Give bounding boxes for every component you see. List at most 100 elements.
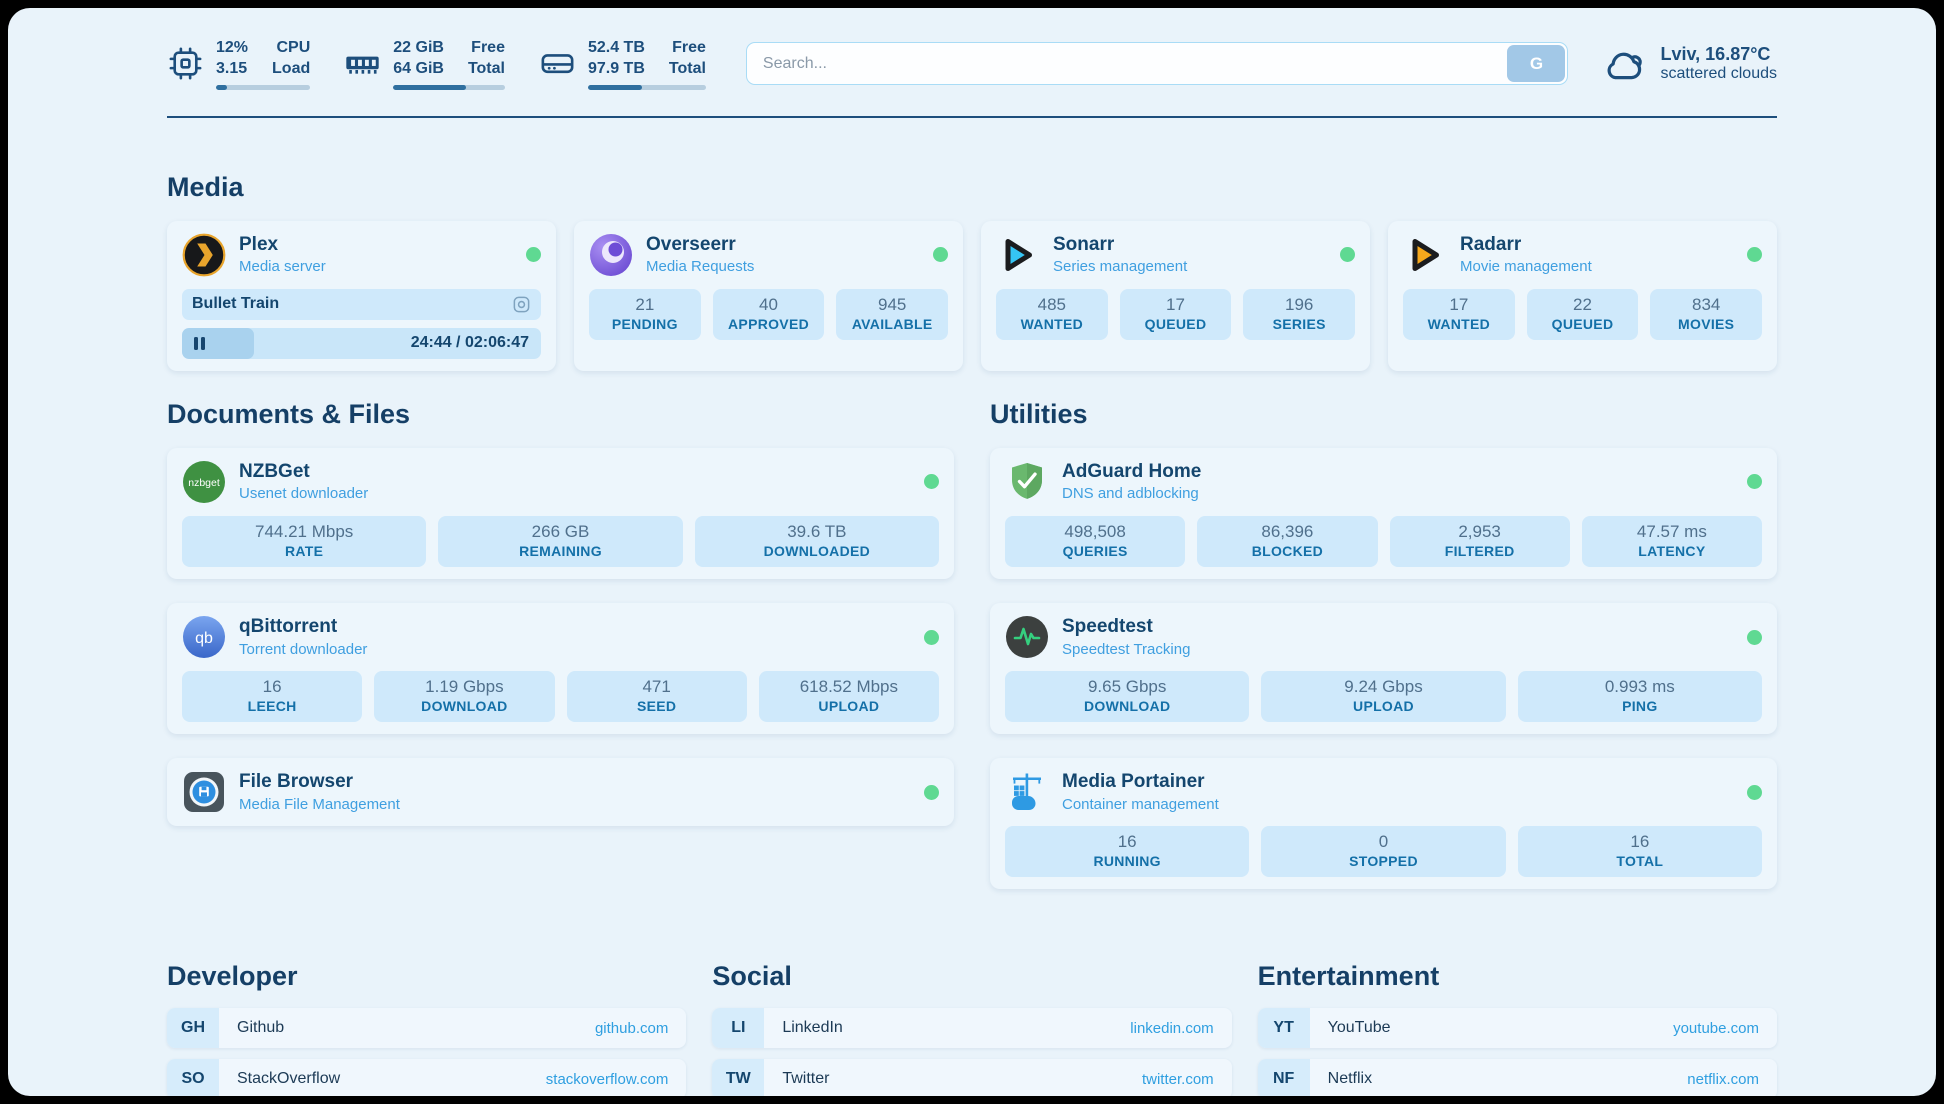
- playback-progress-bar: 24:44 / 02:06:47: [182, 328, 541, 359]
- bookmark-stackoverflow[interactable]: SO StackOverflow stackoverflow.com: [167, 1059, 686, 1096]
- section-title-documents: Documents & Files: [167, 399, 954, 430]
- stat-remaining: 266 GB REMAINING: [438, 516, 682, 567]
- status-dot: [1340, 247, 1355, 262]
- nzbget-icon: nzbget: [182, 460, 226, 504]
- service-card-overseerr[interactable]: Overseerr Media Requests 21 PENDING 40 A…: [574, 221, 963, 371]
- disk-total-label: Total: [669, 59, 706, 80]
- weather-condition: scattered clouds: [1660, 65, 1777, 83]
- stat-seed: 471 SEED: [567, 671, 747, 722]
- service-subtitle: DNS and adblocking: [1062, 484, 1201, 504]
- section-title-developer: Developer: [167, 961, 686, 992]
- disk-free-value: 52.4 TB: [588, 38, 645, 59]
- service-card-radarr[interactable]: Radarr Movie management 17 WANTED 22 QUE…: [1388, 221, 1777, 371]
- service-title: Overseerr: [646, 233, 754, 258]
- stat-latency: 47.57 ms LATENCY: [1582, 516, 1762, 567]
- search-provider-button[interactable]: G: [1507, 45, 1565, 82]
- service-title: Radarr: [1460, 233, 1592, 258]
- bookmark-github[interactable]: GH Github github.com: [167, 1008, 686, 1048]
- memory-free-label: Free: [468, 38, 505, 59]
- stat-available: 945 AVAILABLE: [836, 289, 948, 340]
- service-title: qBittorrent: [239, 615, 367, 640]
- service-subtitle: Container management: [1062, 795, 1219, 815]
- pause-icon: [194, 337, 205, 350]
- section-title-media: Media: [167, 172, 1777, 203]
- service-card-adguard[interactable]: AdGuard Home DNS and adblocking 498,508 …: [990, 448, 1777, 579]
- section-title-social: Social: [712, 961, 1231, 992]
- stat-approved: 40 APPROVED: [713, 289, 825, 340]
- status-dot: [1747, 474, 1762, 489]
- bookmark-name: LinkedIn: [782, 1019, 843, 1037]
- stat-series: 196 SERIES: [1243, 289, 1355, 340]
- cpu-load-label: Load: [272, 59, 310, 80]
- plex-icon: [182, 233, 226, 277]
- stat-queued: 22 QUEUED: [1527, 289, 1639, 340]
- bookmark-url: netflix.com: [1687, 1071, 1759, 1088]
- service-card-portainer[interactable]: Media Portainer Container management 16 …: [990, 758, 1777, 889]
- status-dot: [924, 785, 939, 800]
- service-subtitle: Series management: [1053, 257, 1187, 277]
- bookmark-group-entertainment: Entertainment YT YouTube youtube.com NF …: [1258, 961, 1777, 1096]
- service-subtitle: Speedtest Tracking: [1062, 640, 1190, 660]
- stat-blocked: 86,396 BLOCKED: [1197, 516, 1377, 567]
- search-input[interactable]: [746, 42, 1569, 85]
- stat-filtered: 2,953 FILTERED: [1390, 516, 1570, 567]
- svg-text:nzbget: nzbget: [188, 477, 220, 489]
- stat-ping: 0.993 ms PING: [1518, 671, 1762, 722]
- bookmark-url: stackoverflow.com: [546, 1071, 669, 1088]
- service-card-nzbget[interactable]: nzbget NZBGet Usenet downloader 744.21 M…: [167, 448, 954, 579]
- bookmark-group-developer: Developer GH Github github.com SO StackO…: [167, 961, 686, 1096]
- bookmark-netflix[interactable]: NF Netflix netflix.com: [1258, 1059, 1777, 1096]
- status-dot: [933, 247, 948, 262]
- disk-total-value: 97.9 TB: [588, 59, 645, 80]
- bookmark-abbr: YT: [1258, 1008, 1310, 1048]
- bookmark-name: YouTube: [1328, 1019, 1391, 1037]
- cpu-progress-bar: [216, 85, 310, 90]
- service-title: Sonarr: [1053, 233, 1187, 258]
- weather-location-temp: Lviv, 16.87°C: [1660, 44, 1777, 65]
- bookmark-twitter[interactable]: TW Twitter twitter.com: [712, 1059, 1231, 1096]
- bookmark-url: twitter.com: [1142, 1071, 1214, 1088]
- service-card-filebrowser[interactable]: File Browser Media File Management: [167, 758, 954, 826]
- svg-text:qb: qb: [195, 630, 213, 647]
- disk-icon: [539, 45, 576, 82]
- stat-queued: 17 QUEUED: [1120, 289, 1232, 340]
- speedtest-icon: [1005, 615, 1049, 659]
- stat-stopped: 0 STOPPED: [1261, 826, 1505, 877]
- service-card-qbittorrent[interactable]: qb qBittorrent Torrent downloader 16 LEE…: [167, 603, 954, 734]
- status-dot: [1747, 247, 1762, 262]
- media-grid: Plex Media server Bullet Train: [167, 221, 1777, 371]
- now-playing-title: Bullet Train: [192, 295, 279, 313]
- bookmark-name: Github: [237, 1019, 284, 1037]
- filebrowser-icon: [182, 770, 226, 814]
- service-card-speedtest[interactable]: Speedtest Speedtest Tracking 9.65 Gbps D…: [990, 603, 1777, 734]
- service-card-sonarr[interactable]: Sonarr Series management 485 WANTED 17 Q…: [981, 221, 1370, 371]
- section-title-utilities: Utilities: [990, 399, 1777, 430]
- disc-icon: [512, 295, 531, 314]
- stat-pending: 21 PENDING: [589, 289, 701, 340]
- bookmark-abbr: GH: [167, 1008, 219, 1048]
- bookmark-linkedin[interactable]: LI LinkedIn linkedin.com: [712, 1008, 1231, 1048]
- cpu-load-value: 3.15: [216, 59, 248, 80]
- service-title: NZBGet: [239, 460, 368, 485]
- stat-rate: 744.21 Mbps RATE: [182, 516, 426, 567]
- bookmark-name: Twitter: [782, 1070, 829, 1088]
- radarr-icon: [1403, 233, 1447, 277]
- bookmark-url: github.com: [595, 1020, 668, 1037]
- bookmark-abbr: LI: [712, 1008, 764, 1048]
- bookmark-url: linkedin.com: [1130, 1020, 1213, 1037]
- bookmark-name: StackOverflow: [237, 1070, 340, 1088]
- service-title: AdGuard Home: [1062, 460, 1201, 485]
- status-dot: [924, 630, 939, 645]
- status-dot: [1747, 785, 1762, 800]
- top-bar: 12% 3.15 CPU Load: [167, 38, 1777, 90]
- bookmark-youtube[interactable]: YT YouTube youtube.com: [1258, 1008, 1777, 1048]
- service-subtitle: Torrent downloader: [239, 640, 367, 660]
- memory-widget: 22 GiB 64 GiB Free Total: [344, 38, 505, 90]
- status-dot: [924, 474, 939, 489]
- service-subtitle: Media File Management: [239, 795, 400, 815]
- bookmark-group-social: Social LI LinkedIn linkedin.com TW Twitt…: [712, 961, 1231, 1096]
- service-subtitle: Movie management: [1460, 257, 1592, 277]
- bookmark-abbr: TW: [712, 1059, 764, 1096]
- service-subtitle: Media Requests: [646, 257, 754, 277]
- service-card-plex[interactable]: Plex Media server Bullet Train: [167, 221, 556, 371]
